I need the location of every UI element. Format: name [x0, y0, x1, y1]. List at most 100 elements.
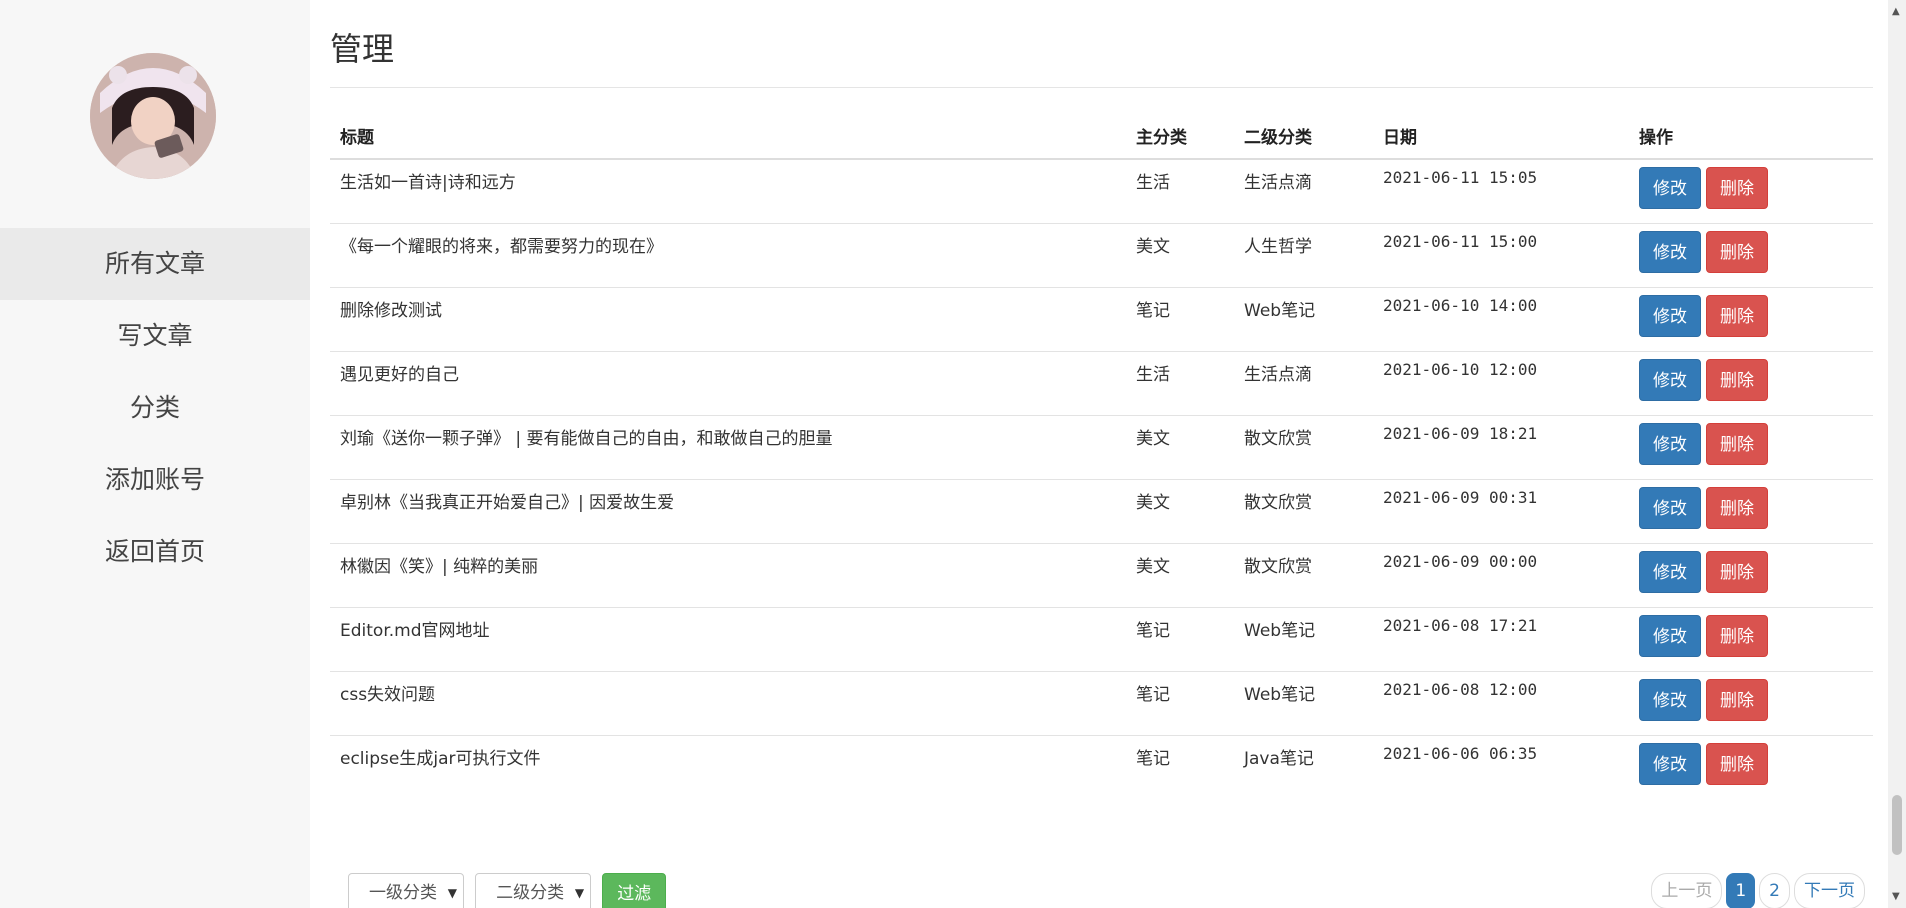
edit-button[interactable]: 修改 [1639, 230, 1701, 273]
sub-category-cell: Web笔记 [1234, 606, 1373, 671]
article-title-cell: 刘瑜《送你一颗子弹》 | 要有能做自己的自由，和敢做自己的胆量 [330, 414, 1126, 479]
prev-page-button[interactable]: 上一页 [1651, 873, 1723, 908]
delete-button[interactable]: 删除 [1706, 167, 1768, 209]
scroll-down-icon[interactable]: ▼ [1892, 891, 1900, 902]
table-row: 刘瑜《送你一颗子弹》 | 要有能做自己的自由，和敢做自己的胆量 美文 散文欣赏 202… [330, 414, 1873, 479]
scroll-up-icon[interactable]: ▲ [1892, 6, 1900, 17]
title-divider [330, 87, 1873, 88]
actions-cell: 修改 删除 [1629, 159, 1873, 223]
date-cell: 2021-06-11 15:00 [1373, 222, 1629, 287]
edit-button[interactable]: 修改 [1639, 742, 1701, 785]
level2-category-value: 二级分类 [496, 883, 565, 903]
level1-category-select[interactable]: 一级分类 ▼ [348, 873, 464, 908]
main-category-cell: 笔记 [1126, 670, 1234, 735]
header-main-category: 主分类 [1126, 113, 1234, 160]
delete-button[interactable]: 删除 [1706, 358, 1768, 401]
header-title: 标题 [330, 113, 1126, 160]
delete-button[interactable]: 删除 [1706, 550, 1768, 593]
actions-cell: 修改 删除 [1629, 286, 1873, 351]
date-cell: 2021-06-06 06:35 [1373, 734, 1629, 799]
header-sub-category: 二级分类 [1234, 113, 1373, 160]
page-scrollbar[interactable]: ▲ ▼ [1888, 0, 1906, 908]
edit-button[interactable]: 修改 [1639, 678, 1701, 721]
article-title-cell: 《每一个耀眼的将来，都需要努力的现在》 [330, 222, 1126, 287]
header-date: 日期 [1373, 113, 1629, 160]
sidebar-item-categories[interactable]: 分类 [0, 372, 310, 444]
actions-cell: 修改 删除 [1629, 670, 1873, 735]
table-row: 《每一个耀眼的将来，都需要努力的现在》 美文 人生哲学 2021-06-11 15:0… [330, 222, 1873, 287]
edit-button[interactable]: 修改 [1639, 167, 1701, 209]
main-content: 管理 标题 主分类 二级分类 日期 操作 生活如一首诗|诗和远方 生活 生活点滴 20… [310, 0, 1873, 908]
table-row: 林徽因《笑》| 纯粹的美丽 美文 散文欣赏 2021-06-09 00:00 修改 删除 [330, 542, 1873, 607]
next-page-button[interactable]: 下一页 [1794, 873, 1865, 908]
date-cell: 2021-06-09 00:00 [1373, 542, 1629, 607]
date-cell: 2021-06-10 14:00 [1373, 286, 1629, 351]
table-row: Editor.md官网地址 笔记 Web笔记 2021-06-08 17:21 修改 删除 [330, 606, 1873, 671]
article-title-cell: 删除修改测试 [330, 286, 1126, 351]
sub-category-cell: 散文欣赏 [1234, 414, 1373, 479]
article-title-cell: Editor.md官网地址 [330, 606, 1126, 671]
level1-category-value: 一级分类 [369, 883, 437, 903]
edit-button[interactable]: 修改 [1639, 358, 1701, 401]
main-category-cell: 美文 [1126, 542, 1234, 607]
sub-category-cell: 生活点滴 [1234, 350, 1373, 415]
scrollbar-thumb[interactable] [1892, 795, 1902, 855]
actions-cell: 修改 删除 [1629, 606, 1873, 671]
delete-button[interactable]: 删除 [1706, 422, 1768, 465]
filter-button[interactable]: 过滤 [602, 873, 667, 908]
actions-cell: 修改 删除 [1629, 478, 1873, 543]
sidebar-item-back-home[interactable]: 返回首页 [0, 516, 310, 588]
delete-button[interactable]: 删除 [1706, 230, 1768, 273]
filter-bar: 一级分类 ▼ 二级分类 ▼ 过滤 [348, 873, 667, 908]
edit-button[interactable]: 修改 [1639, 422, 1701, 465]
avatar [90, 53, 216, 179]
main-category-cell: 美文 [1126, 222, 1234, 287]
sub-category-cell: 人生哲学 [1234, 222, 1373, 287]
actions-cell: 修改 删除 [1629, 222, 1873, 287]
edit-button[interactable]: 修改 [1639, 614, 1701, 657]
actions-cell: 修改 删除 [1629, 350, 1873, 415]
actions-cell: 修改 删除 [1629, 542, 1873, 607]
article-title-cell: 遇见更好的自己 [330, 350, 1126, 415]
article-title-cell: 林徽因《笑》| 纯粹的美丽 [330, 542, 1126, 607]
table-row: eclipse生成jar可执行文件 笔记 Java笔记 2021-06-06 06:3… [330, 734, 1873, 799]
edit-button[interactable]: 修改 [1639, 294, 1701, 337]
sidebar-nav: 所有文章 写文章 分类 添加账号 返回首页 [0, 228, 310, 588]
sidebar-item-all-articles[interactable]: 所有文章 [0, 228, 310, 300]
sub-category-cell: Web笔记 [1234, 286, 1373, 351]
avatar-image [90, 53, 216, 179]
edit-button[interactable]: 修改 [1639, 486, 1701, 529]
sub-category-cell: 散文欣赏 [1234, 542, 1373, 607]
delete-button[interactable]: 删除 [1706, 294, 1768, 337]
sidebar-item-add-account[interactable]: 添加账号 [0, 444, 310, 516]
article-table-body: 生活如一首诗|诗和远方 生活 生活点滴 2021-06-11 15:05 修改 删除 《每一… [330, 159, 1873, 799]
sidebar-item-write-article[interactable]: 写文章 [0, 300, 310, 372]
main-category-cell: 生活 [1126, 350, 1234, 415]
table-row: css失效问题 笔记 Web笔记 2021-06-08 12:00 修改 删除 [330, 670, 1873, 735]
article-title-cell: css失效问题 [330, 670, 1126, 735]
edit-button[interactable]: 修改 [1639, 550, 1701, 593]
table-row: 生活如一首诗|诗和远方 生活 生活点滴 2021-06-11 15:05 修改 删除 [330, 159, 1873, 223]
sub-category-cell: 生活点滴 [1244, 173, 1312, 193]
delete-button[interactable]: 删除 [1706, 614, 1768, 657]
article-title-cell: eclipse生成jar可执行文件 [330, 734, 1126, 799]
main-category-cell: 美文 [1126, 414, 1234, 479]
level2-category-select[interactable]: 二级分类 ▼ [475, 873, 592, 908]
page-1-button[interactable]: 1 [1726, 873, 1756, 908]
actions-cell: 修改 删除 [1629, 734, 1873, 799]
page-2-button[interactable]: 2 [1759, 873, 1790, 908]
delete-button[interactable]: 删除 [1706, 678, 1768, 721]
delete-button[interactable]: 删除 [1706, 742, 1768, 785]
actions-cell: 修改 删除 [1629, 414, 1873, 479]
main-category-cell: 美文 [1126, 478, 1234, 543]
delete-button[interactable]: 删除 [1706, 486, 1768, 529]
sub-category-cell: Web笔记 [1234, 670, 1373, 735]
article-table: 标题 主分类 二级分类 日期 操作 生活如一首诗|诗和远方 生活 生活点滴 2021-… [330, 113, 1873, 799]
sidebar: 所有文章 写文章 分类 添加账号 返回首页 [0, 0, 310, 908]
date-cell: 2021-06-08 12:00 [1373, 670, 1629, 735]
date-cell: 2021-06-10 12:00 [1373, 350, 1629, 415]
table-row: 删除修改测试 笔记 Web笔记 2021-06-10 14:00 修改 删除 [330, 286, 1873, 351]
date-cell: 2021-06-09 18:21 [1373, 414, 1629, 479]
main-category-cell: 笔记 [1126, 734, 1234, 799]
main-category-cell: 笔记 [1126, 606, 1234, 671]
